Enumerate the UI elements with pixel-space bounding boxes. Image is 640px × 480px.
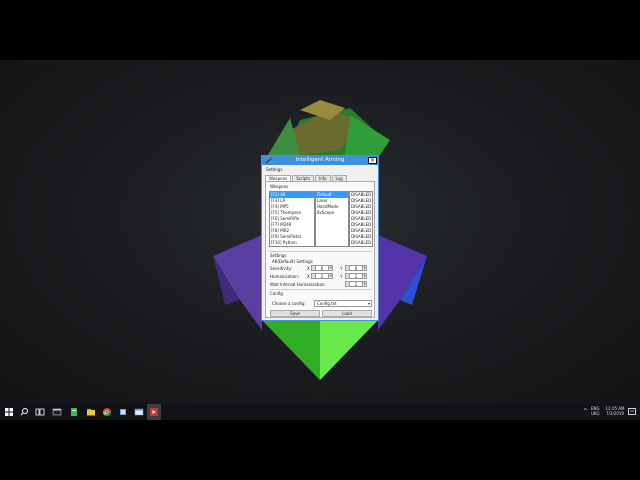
weapons-heading: Weapons bbox=[270, 184, 289, 189]
windows-start-icon[interactable] bbox=[4, 407, 14, 417]
chevron-down-icon: ▾ bbox=[367, 301, 370, 306]
language-indicator[interactable]: ENG UKG bbox=[591, 406, 600, 416]
stepper-value[interactable]: 0 bbox=[316, 265, 328, 271]
window-icon[interactable] bbox=[134, 407, 144, 417]
task-view-icon[interactable] bbox=[35, 407, 45, 417]
active-app-highlight[interactable] bbox=[147, 404, 161, 420]
config-heading: Config bbox=[270, 291, 283, 296]
humanization-y-stepper[interactable]: - 2 + bbox=[345, 273, 367, 279]
wait-interval-stepper[interactable]: - 2 + bbox=[345, 281, 367, 287]
divider bbox=[269, 251, 372, 252]
status-list[interactable]: DISABLED DISABLED DISABLED DISABLED DISA… bbox=[349, 191, 373, 247]
terminal-icon[interactable] bbox=[52, 407, 62, 417]
file-explorer-icon[interactable] bbox=[86, 407, 96, 417]
increment-button[interactable]: + bbox=[328, 273, 333, 279]
choose-config-label: Choose a config: bbox=[272, 301, 306, 306]
config-select-value: Config.txt bbox=[317, 301, 337, 306]
close-button[interactable]: × bbox=[368, 157, 377, 164]
clock-date: 7/3/2019 bbox=[606, 411, 624, 416]
weapons-panel: Weapons [F2] AK [F3] LR [F4] MP5 [F5] Th… bbox=[265, 181, 375, 318]
humanization-x-label: X bbox=[307, 274, 310, 279]
settings-subheading: AK(Default) Settings bbox=[272, 259, 313, 264]
menu-settings[interactable]: Settings bbox=[266, 167, 282, 172]
sensitivity-y-label: Y bbox=[340, 266, 343, 271]
save-button[interactable]: Save bbox=[270, 310, 320, 317]
sensitivity-x-label: X bbox=[307, 266, 310, 271]
wait-interval-label: Wait Interval Humanization: bbox=[270, 282, 326, 287]
sensitivity-y-stepper[interactable]: - 0 + bbox=[345, 265, 367, 271]
humanization-y-label: Y bbox=[340, 274, 343, 279]
script-list[interactable]: Default Laser HandMade 8xScope bbox=[315, 191, 349, 247]
status-item: DISABLED bbox=[351, 240, 372, 245]
system-tray: ^ ENG UKG 12:05 AM 7/3/2019 bbox=[580, 404, 640, 420]
list-item[interactable]: [F10] Python bbox=[270, 240, 314, 246]
stepper-value[interactable]: 2 bbox=[350, 281, 362, 287]
config-select[interactable]: Config.txt ▾ bbox=[314, 300, 372, 307]
load-button[interactable]: Load bbox=[322, 310, 372, 317]
search-icon[interactable] bbox=[19, 407, 29, 417]
stepper-value[interactable]: 2 bbox=[350, 273, 362, 279]
divider bbox=[269, 289, 372, 290]
keyboard-layout: UKG bbox=[591, 411, 600, 416]
app-window: Intelligent Aiming × Settings Weapons Sc… bbox=[261, 155, 379, 321]
chevron-up-icon[interactable]: ^ bbox=[583, 408, 588, 415]
list-item[interactable]: 8xScope bbox=[316, 210, 348, 216]
clock[interactable]: 12:05 AM 7/3/2019 bbox=[603, 406, 627, 416]
file-manager-icon[interactable] bbox=[69, 407, 79, 417]
stepper-value[interactable]: 0 bbox=[350, 265, 362, 271]
taskbar: ^ ENG UKG 12:05 AM 7/3/2019 bbox=[0, 404, 640, 420]
sensitivity-x-stepper[interactable]: - 0 + bbox=[311, 265, 333, 271]
stepper-value[interactable]: 2 bbox=[316, 273, 328, 279]
sensitivity-label: Sensitivity: bbox=[270, 266, 292, 271]
title-bar[interactable]: Intelligent Aiming × bbox=[262, 156, 378, 165]
notification-icon[interactable] bbox=[628, 408, 636, 416]
increment-button[interactable]: + bbox=[328, 265, 333, 271]
chrome-icon[interactable] bbox=[102, 407, 112, 417]
settings-heading: Settings bbox=[270, 253, 287, 258]
humanization-x-stepper[interactable]: - 2 + bbox=[311, 273, 333, 279]
increment-button[interactable]: + bbox=[362, 265, 367, 271]
letterbox-top bbox=[0, 0, 640, 60]
humanization-label: Humanization: bbox=[270, 274, 300, 279]
window-title: Intelligent Aiming bbox=[295, 157, 345, 163]
increment-button[interactable]: + bbox=[362, 281, 367, 287]
app-icon[interactable] bbox=[118, 407, 128, 417]
weapon-key-list[interactable]: [F2] AK [F3] LR [F4] MP5 [F5] Thompson [… bbox=[269, 191, 315, 247]
media-icon bbox=[150, 408, 158, 416]
letterbox-bottom bbox=[0, 420, 640, 480]
increment-button[interactable]: + bbox=[362, 273, 367, 279]
